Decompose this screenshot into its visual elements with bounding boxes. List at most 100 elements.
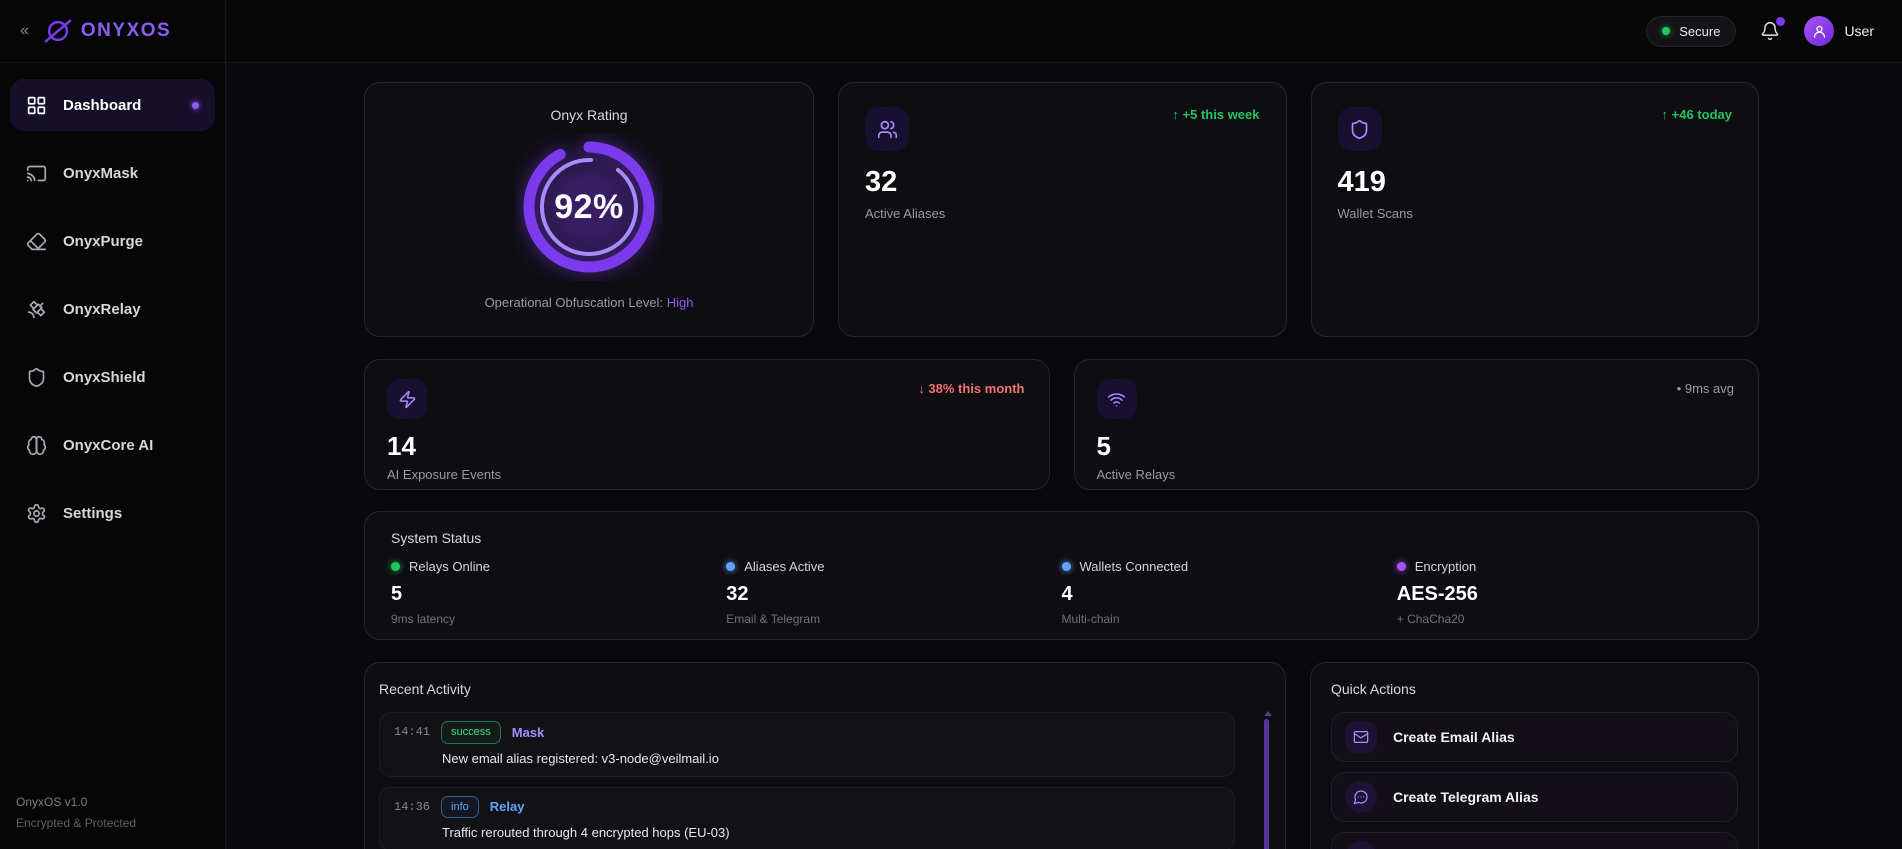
- notifications-button[interactable]: [1760, 17, 1786, 41]
- activity-scrollbar[interactable]: [1264, 711, 1272, 849]
- cast-icon: [26, 165, 47, 181]
- app-root: « ONYXOS Dashboard OnyxMask OnyxPurge On…: [0, 0, 1902, 849]
- status-sub: Multi-chain: [1061, 612, 1120, 626]
- sidebar-collapse-button[interactable]: «: [16, 20, 33, 42]
- aliases-label: Active Aliases: [865, 206, 946, 221]
- sidebar-item-onyxshield[interactable]: OnyxShield: [10, 351, 215, 403]
- quick-action-partial-button[interactable]: [1331, 832, 1738, 849]
- active-relays-card: • 9ms avg 5 Active Relays: [1073, 359, 1759, 490]
- brain-icon: [26, 435, 47, 455]
- rating-value: 92%: [554, 187, 624, 226]
- active-indicator-dot: [192, 101, 199, 109]
- sidebar-item-onyxcore-ai[interactable]: OnyxCore AI: [10, 419, 215, 471]
- shield-icon: [28, 367, 45, 387]
- status-relays-online: Relays Online 5 9ms latency: [391, 559, 726, 626]
- exposure-delta: ↓ 38% this month: [918, 381, 1025, 396]
- rating-card-title: Onyx Rating: [550, 107, 628, 123]
- sidebar-item-onyxrelay[interactable]: OnyxRelay: [10, 283, 215, 335]
- dashboard-grid-icon: [27, 96, 46, 114]
- info-badge: info: [441, 795, 479, 818]
- sidebar-item-label: OnyxRelay: [63, 300, 141, 318]
- status-label: Aliases Active: [744, 559, 825, 574]
- zap-icon: [399, 390, 415, 408]
- status-encryption: Encryption AES-256 + ChaCha20: [1396, 559, 1732, 626]
- wallet-label: Wallet Scans: [1337, 206, 1413, 221]
- wallet-delta: ↑ +46 today: [1661, 107, 1732, 122]
- wallet-scans-card: ↑ +46 today 419 Wallet Scans: [1310, 82, 1759, 337]
- status-label: Relays Online: [409, 559, 490, 574]
- active-aliases-card: ↑ +5 this week 32 Active Aliases: [838, 82, 1287, 337]
- sidebar-nav: Dashboard OnyxMask OnyxPurge OnyxRelay O…: [0, 63, 225, 555]
- chat-icon-tile: [1345, 781, 1377, 813]
- app-title: ONYXOS: [80, 20, 172, 41]
- activity-source: Relay: [489, 799, 525, 815]
- user-label: User: [1844, 23, 1874, 39]
- exposure-label: AI Exposure Events: [387, 467, 502, 482]
- activity-row[interactable]: 14:41 success Mask New email alias regis…: [379, 712, 1235, 777]
- sidebar-item-onyxmask[interactable]: OnyxMask: [10, 147, 215, 199]
- app-tagline: Encrypted & Protected: [16, 815, 137, 830]
- app-logo: ONYXOS: [43, 16, 171, 46]
- sidebar-item-label: Settings: [63, 504, 123, 522]
- sidebar-item-onyxpurge[interactable]: OnyxPurge: [10, 215, 215, 267]
- wifi-icon-tile: [1096, 379, 1137, 419]
- create-email-alias-button[interactable]: Create Email Alias: [1331, 712, 1738, 762]
- mail-icon: [1353, 731, 1369, 743]
- user-icon: [1813, 25, 1826, 38]
- rating-gauge: 92%: [515, 133, 663, 281]
- satellite-icon: [27, 300, 46, 318]
- recent-activity-panel: Recent Activity 14:41 success Mask New e…: [364, 662, 1286, 849]
- status-label: Encryption: [1414, 559, 1477, 574]
- users-icon-tile: [865, 107, 909, 151]
- status-sub: + ChaCha20: [1396, 612, 1465, 626]
- sidebar-item-label: Dashboard: [63, 96, 142, 114]
- partial-icon-tile: [1345, 841, 1377, 849]
- sidebar-item-label: OnyxMask: [63, 164, 139, 182]
- system-status-title: System Status: [391, 530, 482, 546]
- scrollbar-thumb[interactable]: [1264, 719, 1269, 849]
- rating-footer-label: Operational Obfuscation Level:: [484, 295, 664, 310]
- onyxos-logo-icon: [44, 19, 72, 43]
- status-aliases-active: Aliases Active 32 Email & Telegram: [726, 559, 1061, 626]
- sidebar-item-settings[interactable]: Settings: [10, 487, 215, 539]
- quick-action-label: Create Telegram Alias: [1393, 789, 1539, 805]
- aliases-value: 32: [865, 166, 898, 198]
- activity-message: Traffic rerouted through 4 encrypted hop…: [442, 825, 730, 840]
- secure-status-badge[interactable]: Secure: [1646, 15, 1737, 47]
- chat-bubble-icon: [1353, 790, 1368, 805]
- relays-delta: • 9ms avg: [1676, 381, 1734, 396]
- sidebar-item-label: OnyxPurge: [63, 232, 144, 250]
- create-telegram-alias-button[interactable]: Create Telegram Alias: [1331, 772, 1738, 822]
- purple-status-dot: [1396, 562, 1406, 571]
- relays-value: 5: [1096, 431, 1111, 461]
- top-header: Secure User: [226, 0, 1902, 63]
- status-sub: 9ms latency: [391, 612, 456, 626]
- activity-message: New email alias registered: v3-node@veil…: [442, 750, 719, 766]
- status-sub: Email & Telegram: [726, 612, 821, 626]
- activity-row[interactable]: 14:36 info Relay Traffic rerouted throug…: [379, 786, 1235, 849]
- exposure-value: 14: [387, 431, 416, 461]
- activity-source: Mask: [511, 724, 545, 740]
- quick-actions-title: Quick Actions: [1331, 681, 1416, 697]
- blue-status-dot: [726, 562, 736, 571]
- sidebar-item-dashboard[interactable]: Dashboard: [10, 79, 215, 131]
- status-wallets-connected: Wallets Connected 4 Multi-chain: [1061, 559, 1397, 626]
- quick-action-label: Create Email Alias: [1393, 729, 1515, 745]
- success-badge: success: [441, 721, 501, 744]
- user-menu[interactable]: User: [1804, 16, 1874, 46]
- activity-time: 14:41: [394, 725, 431, 740]
- blue-status-dot: [1061, 562, 1071, 571]
- system-status-panel: System Status Relays Online 5 9ms latenc…: [364, 511, 1759, 640]
- status-value: 32: [726, 583, 749, 605]
- sidebar-header: « ONYXOS: [0, 0, 225, 63]
- secure-status-dot: [1662, 27, 1671, 35]
- sidebar-item-label: OnyxShield: [63, 368, 146, 386]
- notification-dot: [1776, 17, 1786, 26]
- activity-list: 14:41 success Mask New email alias regis…: [379, 712, 1235, 849]
- sidebar: « ONYXOS Dashboard OnyxMask OnyxPurge On…: [0, 0, 226, 849]
- avatar: [1804, 16, 1835, 46]
- sidebar-footer: OnyxOS v1.0 Encrypted & Protected: [0, 776, 225, 849]
- status-value: AES-256: [1396, 583, 1478, 605]
- scroll-up-arrow-icon[interactable]: [1264, 711, 1272, 716]
- recent-activity-title: Recent Activity: [379, 681, 471, 697]
